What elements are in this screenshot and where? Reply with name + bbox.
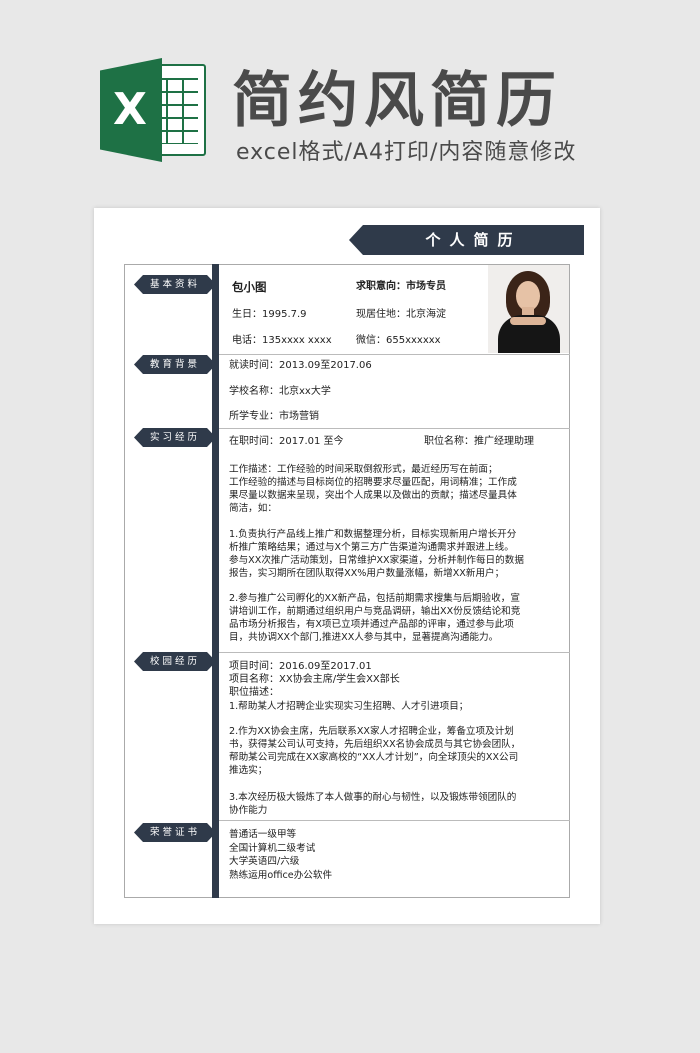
birth-field: 生日：1995.7.9	[232, 309, 307, 320]
separator	[219, 354, 570, 355]
main-title: 简约风简历	[232, 66, 562, 136]
sub-title: excel格式/A4打印/内容随意修改	[236, 140, 577, 165]
section-tag-internship: 实习经历	[149, 432, 200, 443]
profile-photo	[488, 265, 569, 353]
promo-header: X 简约风简历 excel格式/A4打印/内容随意修改	[0, 0, 700, 205]
job-intent: 求职意向：市场专员	[356, 281, 446, 292]
residence-field: 现居住地：北京海淀	[356, 309, 446, 320]
resume-title: 个人简历	[425, 231, 522, 249]
text-line: 讲培训工作，前期通过组织用户与竞品调研，输出XX份反馈结论和竞	[229, 606, 521, 617]
text-line: 2.作为XX协会主席，先后联系XX家人才招聘企业，筹备立项及计划	[229, 726, 514, 737]
campus-item-1: 1.帮助某人才招聘企业实现实习生招聘、人才引进项目；	[229, 700, 563, 713]
campus-project-name: 项目名称：XX协会主席/学生会XX部长	[229, 674, 400, 685]
internship-item-2: 2.参与推广公司孵化的XX新产品，包括前期需求搜集与后期验收，宣 讲培训工作，前…	[229, 592, 563, 644]
section-tag-awards: 荣誉证书	[149, 827, 200, 838]
campus-item-2: 2.作为XX协会主席，先后联系XX家人才招聘企业，筹备立项及计划 书，获得某公司…	[229, 725, 563, 777]
separator	[219, 652, 570, 653]
text-line: 1.负责执行产品线上推广和数据整理分析，目标实现新用户增长开分	[229, 529, 517, 540]
campus-item-3: 3.本次经历极大锻炼了本人做事的耐心与韧性，以及锻炼带领团队的 协作能力	[229, 791, 563, 817]
text-line: 果尽量以数据来呈现，突出个人成果以及做出的贡献；描述尽量具体	[229, 490, 517, 501]
resume-paper: 个人简历 基本资料 教育背景 实习经历 校园经历 荣誉证书 包小图 求职意向：市…	[94, 208, 600, 924]
section-tag-campus: 校园经历	[149, 656, 200, 667]
text-line: 目，共协调XX个部门,推进XX人参与其中，显著提高沟通能力。	[229, 632, 499, 643]
text-line: 2.参与推广公司孵化的XX新产品，包括前期需求搜集与后期验收，宣	[229, 593, 520, 604]
internship-item-1: 1.负责执行产品线上推广和数据整理分析，目标实现新用户增长开分 析推广策略结果；…	[229, 528, 563, 580]
text-line: 工作经验的描述与目标岗位的招聘要求尽量匹配，用词精准；工作成	[229, 477, 517, 488]
separator	[219, 820, 570, 821]
award-item: 全国计算机二级考试	[229, 842, 316, 854]
internship-period: 在职时间：2017.01 至今	[229, 436, 344, 447]
text-line: 简洁，如：	[229, 503, 277, 514]
campus-desc-label: 职位描述：	[229, 687, 279, 698]
wechat-field: 微信：655xxxxxx	[356, 335, 441, 346]
text-line: 3.本次经历极大锻炼了本人做事的耐心与韧性，以及锻炼带领团队的	[229, 792, 517, 803]
award-item: 普通话一级甲等	[229, 829, 297, 840]
phone-field: 电话：135xxxx xxxx	[232, 335, 332, 346]
text-line: 1.帮助某人才招聘企业实现实习生招聘、人才引进项目；	[229, 701, 469, 712]
text-line: 帮助某公司完成在XX家高校的“XX人才计划”，向全球顶尖的XX公司	[229, 752, 519, 763]
campus-period: 项目时间：2016.09至2017.01	[229, 661, 372, 672]
section-tag-basic: 基本资料	[149, 279, 200, 290]
text-line: 参与XX次推广活动策划，日常维护XX家渠道，分析并制作每日的数据	[229, 555, 524, 566]
education-major: 所学专业：市场营销	[229, 411, 319, 422]
text-line: 报告，实习期所在团队取得XX%用户数量涨幅，新增XX新用户；	[229, 568, 505, 579]
text-line: 工作描述：工作经验的时间采取倒叙形式，最近经历写在前面；	[229, 464, 498, 475]
internship-position: 职位名称：推广经理助理	[424, 436, 534, 447]
excel-logo-icon: X	[100, 58, 208, 162]
name-value: 包小图	[232, 280, 267, 294]
excel-x-letter: X	[113, 84, 147, 135]
awards-list: 普通话一级甲等 全国计算机二级考试 大学英语四/六级 熟练运用office办公软…	[229, 828, 563, 882]
text-line: 协作能力	[229, 805, 268, 816]
award-item: 大学英语四/六级	[229, 856, 300, 867]
photo-shoulder	[510, 317, 546, 325]
education-school: 学校名称：北京xx大学	[229, 386, 331, 397]
text-line: 品市场分析报告，有X项已立项并通过产品部的评审，通过参与此项	[229, 619, 514, 630]
text-line: 推选实；	[229, 765, 268, 776]
text-line: 析推广策略结果；通过与X个第三方广告渠道沟通需求并跟进上线。	[229, 542, 514, 553]
education-period: 就读时间：2013.09至2017.06	[229, 360, 372, 371]
award-item: 熟练运用office办公软件	[229, 869, 333, 881]
text-line: 书，获得某公司认可支持，先后组织XX名协会成员与其它协会团队，	[229, 739, 521, 750]
section-tag-education: 教育背景	[149, 359, 200, 370]
internship-description: 工作描述：工作经验的时间采取倒叙形式，最近经历写在前面； 工作经验的描述与目标岗…	[229, 463, 563, 515]
separator	[219, 428, 570, 429]
